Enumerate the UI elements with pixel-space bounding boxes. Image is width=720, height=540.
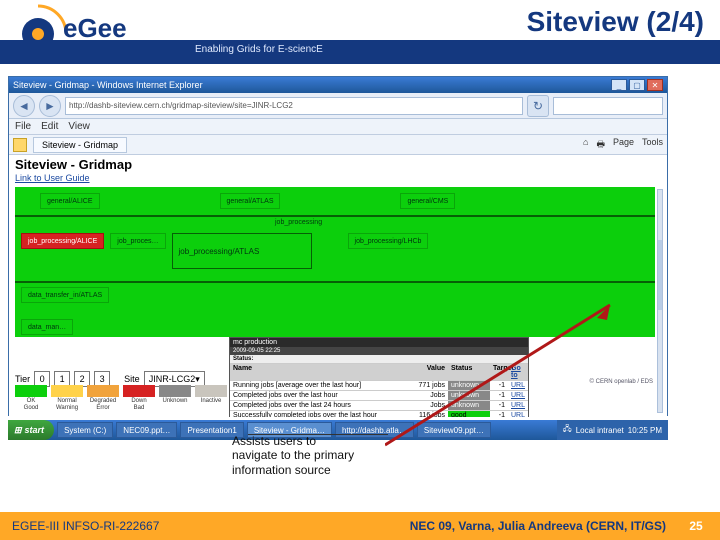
- window-title: Siteview - Gridmap - Windows Internet Ex…: [13, 80, 203, 90]
- metric-url-link[interactable]: URL: [508, 391, 528, 400]
- page-title: Siteview (2/4): [527, 6, 704, 38]
- maximize-button[interactable]: ▢: [629, 79, 645, 91]
- tile-data-man[interactable]: data_man…: [21, 319, 73, 335]
- metric-row: Completed jobs over the last 24 hoursJob…: [230, 400, 528, 410]
- search-box[interactable]: [553, 97, 663, 115]
- tile-proc-atlas[interactable]: job_processing/ATLAS: [172, 233, 312, 269]
- job-processing-label: job_processing: [275, 219, 322, 226]
- popup-timestamp: 2009-09-05 22:25: [230, 347, 528, 355]
- legend: OKGoodNormalWarningDegradedErrorDownBadU…: [15, 385, 227, 411]
- svg-text:eGee: eGee: [63, 13, 127, 43]
- tool-tools[interactable]: Tools: [642, 137, 663, 153]
- system-tray[interactable]: 🖧 Local intranet 10:25 PM: [557, 420, 668, 440]
- tile-proc-mid[interactable]: job_proces…: [110, 233, 165, 249]
- annotation-text: Assists users to navigate to the primary…: [232, 434, 362, 477]
- header: eGee Enabling Grids for E-sciencE Sitevi…: [0, 0, 720, 56]
- egee-logo: eGee: [8, 4, 163, 52]
- tool-print-icon[interactable]: 🖶: [596, 137, 605, 153]
- menu-edit[interactable]: Edit: [41, 121, 58, 132]
- legend-ok: OKGood: [15, 385, 47, 411]
- start-button[interactable]: ⊞ start: [8, 420, 54, 440]
- browser-tab[interactable]: Siteview - Gridmap: [33, 137, 127, 153]
- ie-tab-bar: Siteview - Gridmap ⌂ 🖶 Page Tools: [9, 135, 667, 155]
- tile-general-alice[interactable]: general/ALICE: [40, 193, 100, 209]
- metric-row: Completed jobs over the last hourJobsunk…: [230, 390, 528, 400]
- legend-inact: Inactive: [195, 385, 227, 411]
- gridmap[interactable]: general/ALICE general/ATLAS general/CMS …: [15, 187, 655, 337]
- metric-url-link[interactable]: URL: [508, 411, 528, 417]
- tile-general-atlas[interactable]: general/ATLAS: [220, 193, 281, 209]
- legend-unk: Unknown: [159, 385, 191, 411]
- page-content: Siteview - Gridmap Link to User Guide ge…: [9, 155, 667, 417]
- back-button[interactable]: ◄: [13, 95, 35, 117]
- windows-icon: ⊞: [14, 425, 22, 436]
- legend-warn: NormalWarning: [51, 385, 83, 411]
- legend-deg: DegradedError: [87, 385, 119, 411]
- ie-menu: File Edit View: [9, 119, 667, 135]
- metric-url-link[interactable]: URL: [508, 401, 528, 410]
- taskbar-item[interactable]: System (C:): [57, 422, 113, 438]
- tile-proc-lhcb[interactable]: job_processing/LHCb: [348, 233, 429, 249]
- tool-home-icon[interactable]: ⌂: [583, 137, 588, 153]
- tool-page[interactable]: Page: [613, 137, 634, 153]
- gridmap-title: Siteview - Gridmap: [15, 157, 132, 172]
- ie-window: Siteview - Gridmap - Windows Internet Ex…: [8, 76, 668, 416]
- metric-row: Running jobs [average over the last hour…: [230, 380, 528, 390]
- tile-data-atlas[interactable]: data_transfer_in/ATLAS: [21, 287, 109, 303]
- ie-titlebar: Siteview - Gridmap - Windows Internet Ex…: [9, 77, 667, 93]
- menu-view[interactable]: View: [68, 121, 90, 132]
- popup-header: mc production: [230, 338, 528, 347]
- user-guide-link[interactable]: Link to User Guide: [15, 173, 90, 183]
- page-number: 25: [684, 519, 708, 533]
- menu-file[interactable]: File: [15, 121, 31, 132]
- metric-row: Successfully completed jobs over the las…: [230, 410, 528, 417]
- forward-button[interactable]: ►: [39, 95, 61, 117]
- taskbar-item[interactable]: NEC09.ppt…: [116, 422, 177, 438]
- scroll-thumb[interactable]: [658, 240, 662, 310]
- tagline: Enabling Grids for E-sciencE: [195, 44, 323, 55]
- footer-left: EGEE-III INFSO-RI-222667: [12, 519, 159, 533]
- address-bar[interactable]: http://dashb-siteview.cern.ch/gridmap-si…: [65, 97, 523, 115]
- refresh-button[interactable]: ↻: [527, 95, 549, 117]
- metric-url-link[interactable]: URL: [508, 381, 528, 390]
- favorites-icon[interactable]: [13, 138, 27, 152]
- minimize-button[interactable]: _: [611, 79, 627, 91]
- network-icon: 🖧: [563, 423, 572, 437]
- scrollbar[interactable]: [657, 189, 663, 413]
- legend-down: DownBad: [123, 385, 155, 411]
- close-button[interactable]: ✕: [647, 79, 663, 91]
- ie-toolbar: ◄ ► http://dashb-siteview.cern.ch/gridma…: [9, 93, 667, 119]
- footer-right: NEC 09, Varna, Julia Andreeva (CERN, IT/…: [410, 519, 666, 533]
- taskbar-item[interactable]: Siteview09.ppt…: [417, 422, 491, 438]
- tile-general-cms[interactable]: general/CMS: [400, 193, 455, 209]
- footer: EGEE-III INFSO-RI-222667 NEC 09, Varna, …: [0, 512, 720, 540]
- cern-credit: © CERN openlab / EDS: [590, 379, 653, 385]
- metric-popup: mc production 2009-09-05 22:25 Status: N…: [229, 337, 529, 417]
- clock: 10:25 PM: [628, 426, 662, 435]
- tile-proc-alice[interactable]: job_processing/ALICE: [21, 233, 104, 249]
